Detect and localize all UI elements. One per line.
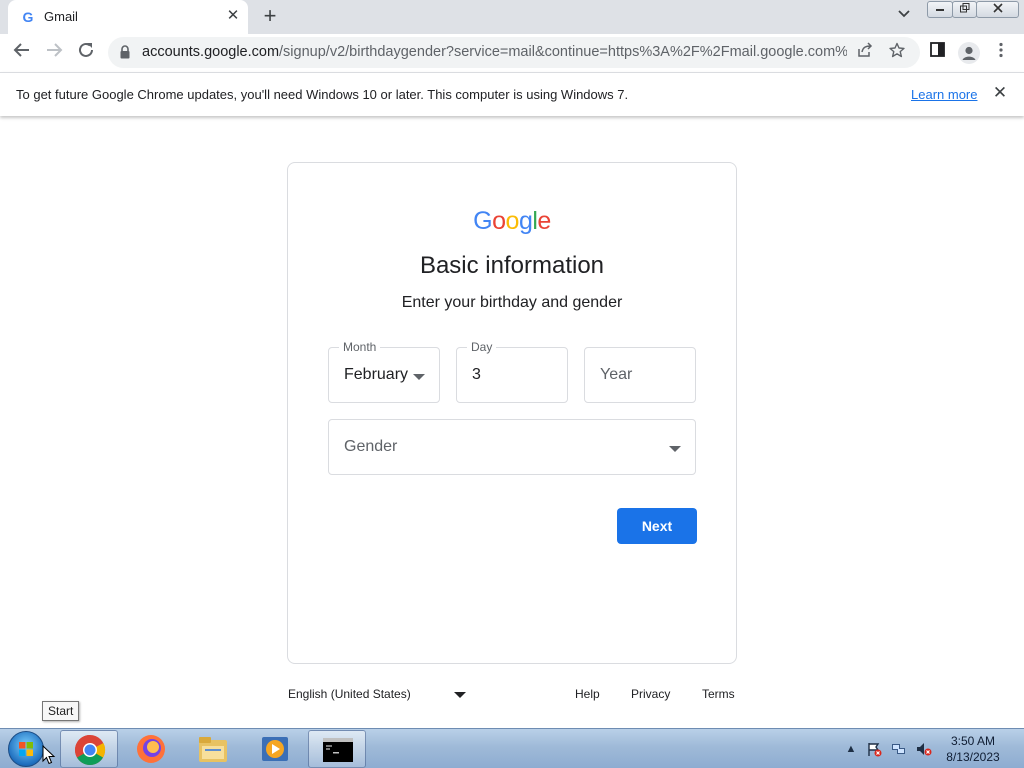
share-icon[interactable] bbox=[854, 42, 876, 64]
reload-icon[interactable] bbox=[74, 41, 98, 65]
gender-select[interactable]: Gender bbox=[328, 419, 696, 475]
page-subtitle: Enter your birthday and gender bbox=[401, 294, 623, 311]
gender-dropdown-icon bbox=[669, 446, 681, 452]
back-arrow-icon[interactable] bbox=[10, 41, 34, 65]
mouse-cursor-icon bbox=[42, 745, 56, 765]
year-placeholder: Year bbox=[600, 366, 633, 383]
command-prompt-icon bbox=[323, 738, 353, 762]
infobar-close-icon[interactable]: ✕ bbox=[990, 83, 1010, 103]
language-dropdown-icon[interactable] bbox=[454, 692, 466, 698]
signup-card: Google Basic information Enter your birt… bbox=[287, 162, 737, 664]
volume-muted-icon[interactable] bbox=[916, 741, 932, 757]
bookmark-star-icon[interactable] bbox=[886, 42, 908, 64]
forward-arrow-icon[interactable] bbox=[42, 41, 66, 65]
learn-more-link[interactable]: Learn more bbox=[911, 87, 977, 102]
taskbar-firefox-button[interactable] bbox=[122, 730, 180, 768]
profile-avatar-icon[interactable] bbox=[958, 42, 980, 64]
restore-button[interactable] bbox=[952, 1, 977, 18]
minimize-button[interactable] bbox=[927, 1, 953, 18]
clock-time[interactable]: 3:50 AM bbox=[940, 734, 1006, 748]
taskbar-explorer-button[interactable] bbox=[184, 730, 242, 768]
google-logo-letter: o bbox=[505, 207, 520, 235]
month-select[interactable]: Month February bbox=[328, 340, 440, 403]
month-label: Month bbox=[339, 340, 381, 354]
day-field[interactable]: Day 3 bbox=[456, 340, 568, 403]
year-field[interactable]: Year bbox=[584, 347, 696, 403]
window-controls bbox=[927, 1, 1019, 19]
google-favicon-icon: G bbox=[22, 9, 34, 25]
side-panel-icon[interactable] bbox=[926, 42, 948, 64]
file-explorer-icon bbox=[199, 737, 227, 762]
clock-date[interactable]: 8/13/2023 bbox=[940, 750, 1006, 764]
browser-toolbar: accounts.google.com/signup/v2/birthdayge… bbox=[0, 34, 1024, 72]
url-path: /signup/v2/birthdaygender?service=mail&c… bbox=[279, 44, 847, 60]
tab-strip: G Gmail ✕ + bbox=[0, 0, 1024, 34]
taskbar-cmd-button[interactable] bbox=[308, 730, 366, 768]
screen: G Gmail ✕ + accounts.google.com/signup/v… bbox=[0, 0, 1024, 768]
google-logo-letter: e bbox=[537, 207, 551, 235]
windows-taskbar: ▲ 3:50 AM 8/13/2023 bbox=[0, 728, 1024, 768]
tab-title: Gmail bbox=[44, 9, 78, 24]
page-title: Basic information bbox=[419, 252, 605, 279]
terms-link[interactable]: Terms bbox=[702, 687, 735, 701]
day-value: 3 bbox=[472, 366, 481, 383]
next-button[interactable]: Next bbox=[617, 508, 697, 544]
new-tab-button[interactable]: + bbox=[258, 5, 282, 29]
start-tooltip: Start bbox=[42, 701, 80, 721]
taskbar-chrome-button[interactable] bbox=[60, 730, 118, 768]
day-label: Day bbox=[467, 340, 497, 354]
close-tab-icon[interactable]: ✕ bbox=[224, 7, 242, 25]
window-close-button[interactable] bbox=[976, 1, 1019, 18]
google-logo-letter: g bbox=[518, 207, 533, 235]
privacy-link[interactable]: Privacy bbox=[631, 687, 670, 701]
tab-gmail[interactable]: G Gmail ✕ bbox=[8, 0, 248, 34]
chrome-icon bbox=[74, 735, 106, 766]
show-hidden-icons-icon[interactable]: ▲ bbox=[843, 741, 859, 757]
action-center-flag-icon[interactable] bbox=[866, 741, 882, 757]
gender-placeholder: Gender bbox=[344, 438, 398, 455]
url-text: accounts.google.com/signup/v2/birthdayge… bbox=[142, 44, 847, 60]
language-select[interactable]: English (United States) bbox=[288, 687, 411, 701]
taskbar-media-player-button[interactable] bbox=[246, 730, 304, 768]
windows-logo-icon bbox=[19, 742, 33, 756]
start-button[interactable] bbox=[8, 731, 44, 767]
google-logo-letter: G bbox=[473, 207, 493, 235]
more-menu-icon[interactable] bbox=[990, 42, 1012, 64]
update-infobar: To get future Google Chrome updates, you… bbox=[0, 72, 1024, 116]
month-dropdown-icon bbox=[413, 374, 425, 380]
network-icon[interactable] bbox=[891, 741, 907, 757]
help-link[interactable]: Help bbox=[575, 687, 600, 701]
google-logo: Google bbox=[288, 207, 736, 236]
address-bar[interactable]: accounts.google.com/signup/v2/birthdayge… bbox=[108, 37, 920, 68]
lock-icon[interactable] bbox=[120, 45, 130, 59]
media-player-icon bbox=[262, 737, 288, 761]
google-logo-letter: o bbox=[492, 207, 506, 235]
url-host: accounts.google.com bbox=[142, 44, 280, 60]
infobar-message: To get future Google Chrome updates, you… bbox=[16, 87, 629, 102]
firefox-icon bbox=[137, 735, 165, 763]
month-value: February bbox=[344, 366, 409, 383]
tab-search-chevron-icon[interactable] bbox=[893, 8, 915, 26]
